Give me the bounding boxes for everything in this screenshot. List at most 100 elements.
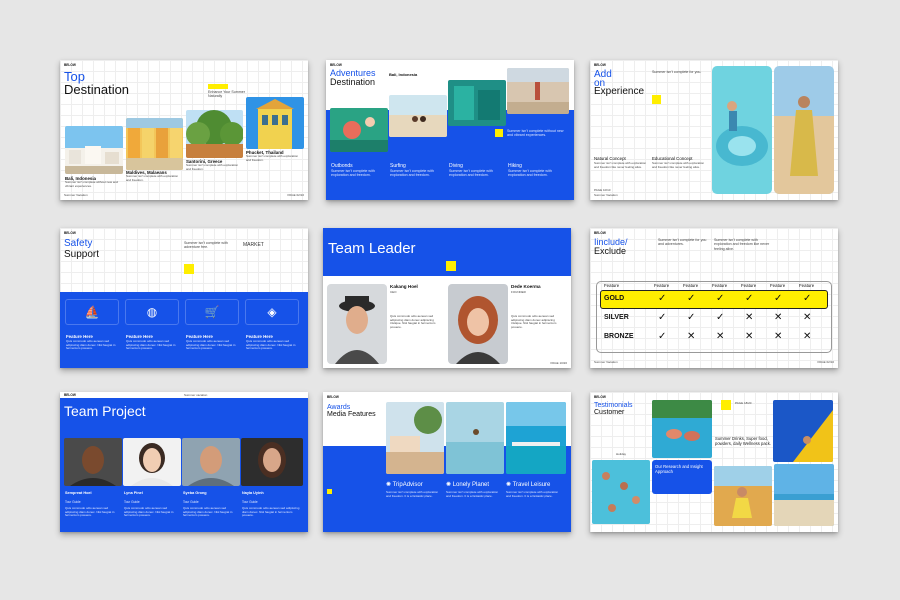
yellow-square bbox=[495, 129, 503, 137]
member-desc: Quis commodo odio aenean sed adipiscing … bbox=[242, 506, 300, 518]
slide-team-leader[interactable]: Team Leader Kakang Hoel CEO Quis commodo… bbox=[323, 228, 571, 368]
photo-kakang-hoel bbox=[327, 284, 387, 364]
check-mark: ✓ bbox=[658, 331, 667, 342]
place-desc: Summer isn't complete without new and vi… bbox=[65, 180, 118, 188]
tag-icon[interactable]: ◈ bbox=[245, 299, 299, 325]
feature-desc: Quis commodo odio aenean sed adipiscing … bbox=[126, 339, 176, 351]
category-desc: Summer isn't complete with exploration a… bbox=[331, 169, 375, 178]
category-desc: Summer isn't complete with exploration a… bbox=[508, 169, 552, 178]
category-desc: Summer isn't complete with exploration a… bbox=[449, 169, 493, 178]
column-header: Feature bbox=[683, 283, 699, 288]
slide-testimonials[interactable]: BELOW Testimonials Customer PAGE 18/20 S… bbox=[590, 392, 838, 532]
slide-title: Team Leader bbox=[328, 240, 416, 257]
slide-note: Summer isn't complete with exploration a… bbox=[714, 238, 770, 251]
photo-bali bbox=[65, 126, 123, 174]
cross-mark: ✕ bbox=[803, 312, 812, 323]
category-desc: Summer isn't complete with exploration a… bbox=[390, 169, 434, 178]
check-mark: ✓ bbox=[745, 293, 754, 304]
cross-mark: ✕ bbox=[803, 331, 812, 342]
footer-sub: Summer Vacation bbox=[594, 193, 618, 197]
slide-safety-support[interactable]: BELOW Safety Support Summer isn't comple… bbox=[60, 228, 308, 368]
yellow-square bbox=[327, 489, 332, 494]
slide-title-line2: Exclude bbox=[594, 246, 627, 256]
award-desc: Summer isn't complete with exploration a… bbox=[446, 490, 499, 498]
photo-hiking bbox=[507, 68, 569, 114]
award-travel-leisure: ✺ Travel Leisure bbox=[506, 482, 551, 488]
yellow-square bbox=[446, 261, 456, 271]
member-name: Lyna Pinel bbox=[124, 491, 143, 495]
photo-nayla-uyinh bbox=[241, 438, 303, 486]
slide-title-line1: Safety bbox=[64, 238, 93, 249]
award-desc: Summer isn't complete with exploration a… bbox=[386, 490, 439, 498]
yellow-accent bbox=[208, 84, 228, 89]
member-role: Tour Guide bbox=[124, 500, 140, 504]
photo-lyna-pinel bbox=[123, 438, 181, 486]
check-mark: ✓ bbox=[658, 293, 667, 304]
cross-mark: ✕ bbox=[687, 331, 696, 342]
cross-mark: ✕ bbox=[745, 331, 754, 342]
slide-team-project[interactable]: BELOW Summer vacation Team Project Sempr… bbox=[60, 392, 308, 532]
photo-outbonds bbox=[330, 108, 388, 152]
slide-title-line1: Testimonials bbox=[594, 402, 633, 409]
place-desc: Summer isn't complete with exploration a… bbox=[126, 174, 179, 182]
boat-icon[interactable]: ⛵ bbox=[65, 299, 119, 325]
slide-note: Summer isn't complete for you. bbox=[652, 70, 702, 74]
column-header: Feature bbox=[741, 283, 757, 288]
member-role: Tour Guide bbox=[65, 500, 81, 504]
photo-sea bbox=[446, 402, 504, 474]
slide-adventures-destination[interactable]: BELOW Adventures Destination Bali, Indon… bbox=[326, 60, 574, 200]
feature-desc: Quis commodo odio aenean sed adipiscing … bbox=[66, 339, 116, 351]
photo-pool-women bbox=[652, 400, 712, 458]
market-label: MARKET bbox=[243, 242, 264, 248]
concept-desc: Summer isn't complete with exploration a… bbox=[594, 161, 647, 169]
member-desc: Quis commodo odio aenean sed adipiscing … bbox=[65, 506, 115, 518]
member-name: Syeba Grong bbox=[183, 491, 207, 495]
page-number: PAGE 18/20 bbox=[735, 401, 752, 405]
photo-beach bbox=[774, 464, 834, 526]
photo-beach-woman bbox=[774, 66, 834, 194]
feature-desc: Quis commodo odio aenean sed adipiscing … bbox=[246, 339, 296, 351]
check-mark: ✓ bbox=[687, 293, 696, 304]
member-name: Sempreat Hoel bbox=[65, 491, 92, 495]
research-label: Our Research and Insight Approach bbox=[655, 464, 703, 474]
check-mark: ✓ bbox=[774, 293, 783, 304]
column-header: Feature bbox=[712, 283, 728, 288]
globe-icon[interactable]: ◍ bbox=[125, 299, 179, 325]
photo-diving bbox=[448, 80, 506, 126]
person-desc: Quis commodo odio aenean sed adipiscing … bbox=[390, 314, 436, 329]
brand-label: BELOW bbox=[594, 231, 606, 235]
page-number: PAGE 02/10 bbox=[287, 193, 304, 197]
check-mark: ✓ bbox=[687, 312, 696, 323]
slide-title-line2: Media Features bbox=[327, 411, 376, 418]
check-mark: ✓ bbox=[658, 312, 667, 323]
person-name: Kakang Hoel bbox=[390, 284, 418, 289]
tier-silver: SILVER bbox=[604, 314, 629, 321]
photo-phucket bbox=[246, 97, 304, 149]
place-desc: Summer isn't complete with exploration a… bbox=[246, 154, 299, 162]
slide-title: Team Project bbox=[64, 403, 146, 419]
slide-awards-media[interactable]: BELOW Awards Media Features ✺ TripAdviso… bbox=[323, 392, 571, 532]
cross-mark: ✕ bbox=[716, 331, 725, 342]
page-number: PAGE 02/10 bbox=[817, 360, 834, 364]
brand-label: BELOW bbox=[330, 63, 342, 67]
holiday-tag: Holiday bbox=[616, 452, 627, 456]
brand-label: BELOW bbox=[327, 395, 339, 399]
slide-add-on-experience[interactable]: BELOW Add on Experience Summer isn't com… bbox=[590, 60, 838, 200]
slide-note: Summer isn't complete with adventure fre… bbox=[184, 241, 228, 250]
award-name: Travel Leisure bbox=[512, 482, 551, 488]
slide-note: Enhance Your Summer Naturally bbox=[208, 90, 245, 99]
award-desc: Summer isn't complete with exploration a… bbox=[506, 490, 559, 498]
slide-title-line3: Experience bbox=[594, 86, 645, 97]
brand-label: BELOW bbox=[594, 395, 606, 399]
yellow-square bbox=[652, 95, 661, 104]
slide-title-line2: Destination bbox=[330, 77, 376, 87]
slide-top-destination[interactable]: BELOW Top Destination Enhance Your Summe… bbox=[60, 60, 308, 200]
page-number: PAGE 10/20 bbox=[550, 361, 567, 365]
cart-icon[interactable]: 🛒 bbox=[185, 299, 239, 325]
brand-label: BELOW bbox=[64, 231, 76, 235]
photo-sempreat-hoel bbox=[64, 438, 122, 486]
photo-group-swim bbox=[592, 460, 650, 524]
gold-row-highlight bbox=[600, 290, 828, 309]
slide-include-exclude[interactable]: BELOW Iinclude/ Exclude Summer isn't com… bbox=[590, 228, 838, 368]
tier-gold: GOLD bbox=[604, 295, 625, 302]
